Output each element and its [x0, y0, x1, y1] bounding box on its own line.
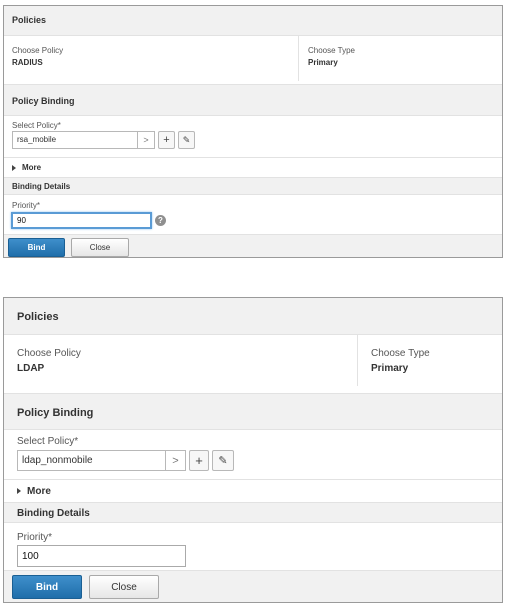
- priority-row: Priority* 90 ?: [4, 194, 502, 234]
- choose-row: Choose Policy RADIUS Choose Type Primary: [4, 35, 502, 81]
- priority-input[interactable]: 100: [17, 545, 186, 567]
- chevron-right-icon[interactable]: >: [137, 132, 154, 148]
- help-icon[interactable]: ?: [155, 215, 166, 226]
- policy-binding-panel-radius: Policies Choose Policy RADIUS Choose Typ…: [3, 5, 503, 258]
- policy-binding-section: Policy Binding: [4, 84, 502, 115]
- priority-row: Priority* 100: [4, 522, 502, 570]
- plus-icon: +: [195, 453, 203, 468]
- choose-policy-label: Choose Policy: [12, 46, 64, 55]
- add-policy-button[interactable]: +: [158, 131, 175, 149]
- more-label: More: [22, 163, 42, 172]
- edit-policy-button[interactable]: ✎: [212, 450, 234, 471]
- bind-button[interactable]: Bind: [12, 575, 82, 599]
- bind-button[interactable]: Bind: [8, 238, 65, 257]
- binding-details-label: Binding Details: [17, 508, 90, 519]
- policy-binding-section: Policy Binding: [4, 393, 502, 429]
- footer-buttons: Bind Close: [4, 234, 502, 257]
- panel-header-title: Policies: [12, 15, 47, 25]
- choose-type-label: Choose Type: [371, 348, 430, 359]
- select-policy-label: Select Policy*: [12, 121, 61, 130]
- more-row[interactable]: More: [4, 157, 502, 177]
- choose-policy-value: RADIUS: [12, 58, 43, 67]
- choose-type-label: Choose Type: [308, 46, 355, 55]
- chevron-right-icon[interactable]: >: [165, 451, 185, 470]
- select-policy-row: Select Policy* ldap_nonmobile > + ✎: [4, 429, 502, 479]
- priority-input[interactable]: 90: [11, 212, 152, 229]
- select-policy-value: ldap_nonmobile: [22, 455, 93, 466]
- binding-details-header: Binding Details: [4, 502, 502, 522]
- select-policy-label: Select Policy*: [17, 436, 79, 447]
- footer-buttons: Bind Close: [4, 570, 502, 602]
- plus-icon: +: [163, 134, 170, 146]
- choose-type-value: Primary: [308, 58, 338, 67]
- add-policy-button[interactable]: +: [189, 450, 209, 471]
- pencil-icon: ✎: [182, 134, 191, 145]
- select-policy-field[interactable]: ldap_nonmobile >: [17, 450, 186, 471]
- choose-type-value: Primary: [371, 363, 409, 374]
- select-policy-value: rsa_mobile: [17, 135, 57, 144]
- select-policy-field[interactable]: rsa_mobile >: [12, 131, 155, 149]
- choose-row: Choose Policy LDAP Choose Type Primary: [4, 334, 502, 386]
- pencil-icon: ✎: [218, 455, 228, 467]
- binding-details-label: Binding Details: [12, 182, 71, 191]
- edit-policy-button[interactable]: ✎: [178, 131, 195, 149]
- priority-value: 90: [17, 216, 26, 225]
- more-toggle[interactable]: More: [17, 486, 51, 497]
- panel-header-title: Policies: [17, 311, 59, 323]
- more-row[interactable]: More: [4, 479, 502, 502]
- panel-header: Policies: [4, 298, 502, 334]
- priority-label: Priority*: [12, 201, 41, 210]
- expand-triangle-icon: [17, 488, 21, 495]
- choose-policy-label: Choose Policy: [17, 348, 81, 359]
- choose-policy-value: LDAP: [17, 363, 45, 374]
- select-policy-row: Select Policy* rsa_mobile > + ✎: [4, 115, 502, 157]
- more-toggle[interactable]: More: [12, 163, 41, 172]
- panel-header: Policies: [4, 6, 502, 35]
- close-button[interactable]: Close: [89, 575, 159, 599]
- column-divider: [298, 36, 299, 81]
- close-button[interactable]: Close: [71, 238, 129, 257]
- policy-binding-panel-ldap: Policies Choose Policy LDAP Choose Type …: [3, 297, 503, 603]
- column-divider: [357, 335, 358, 386]
- section-title: Policy Binding: [17, 407, 94, 419]
- priority-label: Priority*: [17, 532, 53, 543]
- binding-details-header: Binding Details: [4, 177, 502, 194]
- more-label: More: [27, 486, 51, 497]
- section-title: Policy Binding: [12, 96, 75, 106]
- expand-triangle-icon: [12, 164, 16, 171]
- priority-value: 100: [22, 551, 39, 562]
